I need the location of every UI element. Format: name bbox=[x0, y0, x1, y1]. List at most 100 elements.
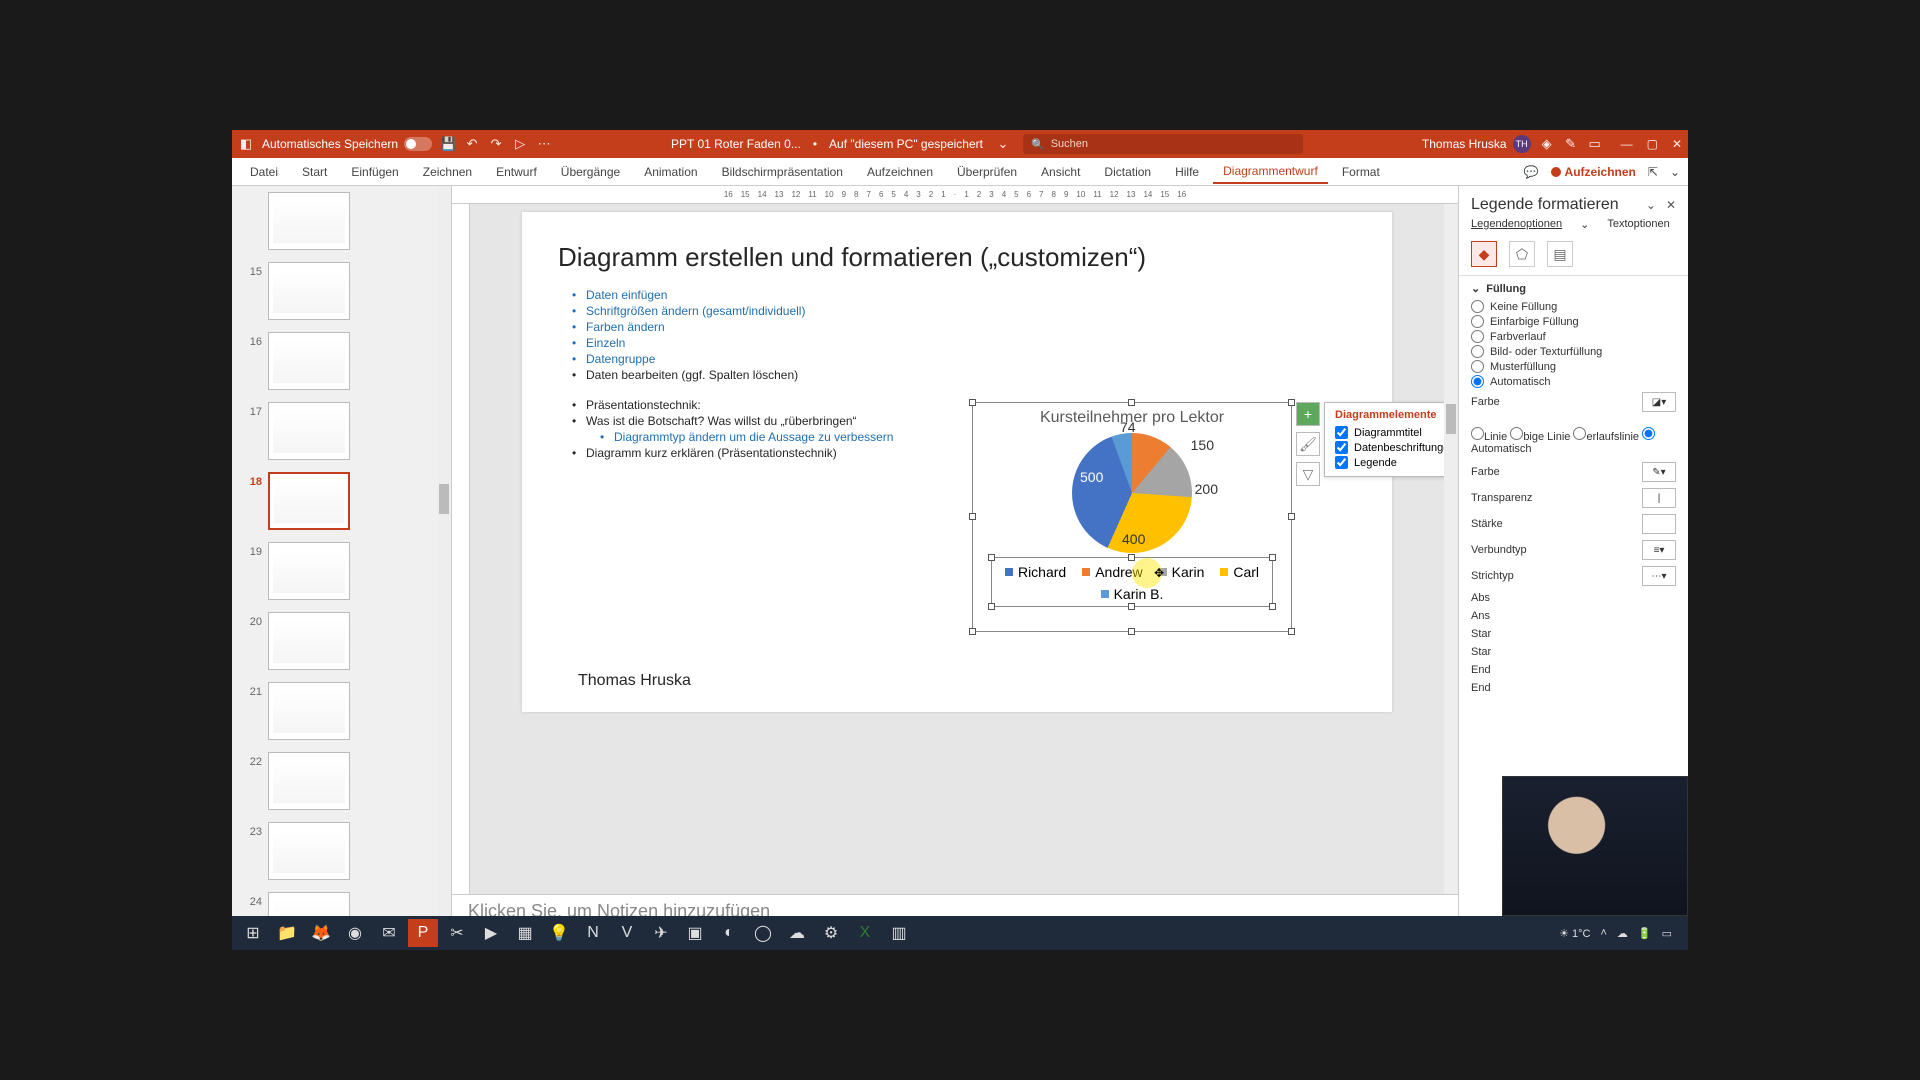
app-icon-7[interactable]: ▥ bbox=[884, 919, 914, 947]
thumbnail-14[interactable] bbox=[268, 192, 350, 250]
popover-item-datalabels[interactable]: Datenbeschriftungen bbox=[1335, 440, 1444, 455]
chart-legend[interactable]: Richard Andrew Karin Carl Karin B. bbox=[991, 557, 1273, 607]
chrome-icon[interactable]: ◉ bbox=[340, 919, 370, 947]
excel-icon[interactable]: X bbox=[850, 919, 880, 947]
tab-bildschirm[interactable]: Bildschirmpräsentation bbox=[712, 161, 853, 183]
share-icon[interactable]: ⇱ bbox=[1648, 165, 1658, 179]
fill-opt-picture[interactable]: Bild- oder Texturfüllung bbox=[1471, 344, 1676, 359]
chart-elements-button[interactable]: + bbox=[1296, 402, 1320, 426]
tab-animation[interactable]: Animation bbox=[634, 161, 707, 183]
app-icon-4[interactable]: ◐ bbox=[714, 919, 744, 947]
line-opt-2[interactable]: erlaufslinie bbox=[1573, 431, 1639, 443]
thumbnail-22[interactable] bbox=[268, 752, 350, 810]
user-account[interactable]: Thomas Hruska TH bbox=[1422, 135, 1531, 153]
onenote-icon[interactable]: N bbox=[578, 919, 608, 947]
thumbnail-17[interactable] bbox=[268, 402, 350, 460]
bullet-3b[interactable]: Datengruppe bbox=[586, 351, 1356, 367]
tab-entwurf[interactable]: Entwurf bbox=[486, 161, 547, 183]
slide-canvas[interactable]: Diagramm erstellen und formatieren („cus… bbox=[470, 204, 1444, 894]
telegram-icon[interactable]: ✈ bbox=[646, 919, 676, 947]
firefox-icon[interactable]: 🦊 bbox=[306, 919, 336, 947]
size-props-icon[interactable]: ▤ bbox=[1547, 241, 1573, 267]
line-opt-0[interactable]: Linie bbox=[1471, 431, 1507, 443]
tab-ansicht[interactable]: Ansicht bbox=[1031, 161, 1090, 183]
tab-hilfe[interactable]: Hilfe bbox=[1165, 161, 1209, 183]
tray-action-icon[interactable]: ▭ bbox=[1662, 927, 1672, 940]
line-color-picker[interactable]: ✎▾ bbox=[1642, 462, 1676, 482]
compound-picker[interactable]: ≡▾ bbox=[1642, 540, 1676, 560]
explorer-icon[interactable]: 📁 bbox=[272, 919, 302, 947]
from-beginning-icon[interactable]: ▷ bbox=[512, 136, 528, 152]
slide-title[interactable]: Diagramm erstellen und formatieren („cus… bbox=[558, 242, 1356, 273]
thumbnail-16[interactable] bbox=[268, 332, 350, 390]
checkbox-diagrammtitel[interactable] bbox=[1335, 426, 1348, 439]
settings-icon[interactable]: ⚙ bbox=[816, 919, 846, 947]
maximize-button[interactable]: ▢ bbox=[1647, 137, 1658, 151]
chevron-down-icon[interactable]: ⌄ bbox=[1471, 282, 1480, 295]
pane-chevron-icon[interactable]: ⌄ bbox=[1646, 198, 1656, 212]
popover-item-title[interactable]: Diagrammtitel bbox=[1335, 425, 1444, 440]
tab-einfuegen[interactable]: Einfügen bbox=[341, 161, 408, 183]
fill-opt-auto[interactable]: Automatisch bbox=[1471, 374, 1676, 389]
chart-filters-button[interactable]: ▽ bbox=[1296, 462, 1320, 486]
tab-start[interactable]: Start bbox=[292, 161, 337, 183]
fill-opt-solid[interactable]: Einfarbige Füllung bbox=[1471, 314, 1676, 329]
fill-opt-none[interactable]: Keine Füllung bbox=[1471, 299, 1676, 314]
start-button[interactable]: ⊞ bbox=[238, 919, 268, 947]
diamond-icon[interactable]: ◈ bbox=[1539, 136, 1555, 152]
weather-widget[interactable]: ☀ 1°C bbox=[1559, 927, 1590, 940]
dash-picker[interactable]: ⋯▾ bbox=[1642, 566, 1676, 586]
chart-elements-popover[interactable]: Diagrammelemente Diagrammtitel Datenbesc… bbox=[1324, 402, 1444, 477]
thumbnail-15[interactable] bbox=[268, 262, 350, 320]
thumbnail-18[interactable] bbox=[268, 472, 350, 530]
outlook-icon[interactable]: ✉ bbox=[374, 919, 404, 947]
checkbox-datenbeschriftungen[interactable] bbox=[1335, 441, 1348, 454]
app-icon-1[interactable]: ▦ bbox=[510, 919, 540, 947]
bullet-2[interactable]: Schriftgrößen ändern (gesamt/individuell… bbox=[586, 303, 1356, 319]
fp-sub-chevron[interactable]: ⌄ bbox=[1580, 218, 1589, 231]
tray-chevron-icon[interactable]: ˄ bbox=[1600, 927, 1606, 939]
snip-icon[interactable]: ✂ bbox=[442, 919, 472, 947]
app-v-icon[interactable]: V bbox=[612, 919, 642, 947]
line-opt-1[interactable]: bige Linie bbox=[1510, 431, 1570, 443]
transparency-input[interactable]: | bbox=[1642, 488, 1676, 508]
bullet-3[interactable]: Farben ändern bbox=[586, 319, 1356, 335]
chevron-down-icon[interactable]: ⌄ bbox=[995, 136, 1011, 152]
fill-color-picker[interactable]: ◪▾ bbox=[1642, 392, 1676, 412]
tab-diagrammentwurf[interactable]: Diagrammentwurf bbox=[1213, 160, 1328, 184]
checkbox-legende[interactable] bbox=[1335, 456, 1348, 469]
tab-zeichnen[interactable]: Zeichnen bbox=[413, 161, 482, 183]
tab-datei[interactable]: Datei bbox=[240, 161, 288, 183]
bullet-3a[interactable]: Einzeln bbox=[586, 335, 1356, 351]
bullet-4[interactable]: Daten bearbeiten (ggf. Spalten löschen) bbox=[586, 367, 1356, 383]
thumbnail-21[interactable] bbox=[268, 682, 350, 740]
tray-cloud-icon[interactable]: ☁ bbox=[1617, 927, 1628, 940]
tab-text-options[interactable]: Textoptionen bbox=[1607, 218, 1669, 231]
window-icon[interactable]: ▭ bbox=[1587, 136, 1603, 152]
pie-chart[interactable]: Kursteilnehmer pro Lektor 74 150 200 400… bbox=[972, 402, 1292, 632]
bullet-1[interactable]: Daten einfügen bbox=[586, 287, 1356, 303]
minimize-button[interactable]: — bbox=[1621, 137, 1633, 151]
width-input[interactable] bbox=[1642, 514, 1676, 534]
slide-thumbnails[interactable]: 15 16 17 18 19 20 21 22 23 24 25 bbox=[232, 186, 452, 930]
record-button[interactable]: Aufzeichnen bbox=[1551, 165, 1636, 179]
redo-icon[interactable]: ↷ bbox=[488, 136, 504, 152]
thumbnail-19[interactable] bbox=[268, 542, 350, 600]
comments-icon[interactable]: 💬 bbox=[1524, 165, 1539, 179]
tray-battery-icon[interactable]: 🔋 bbox=[1638, 927, 1652, 940]
thumbnail-20[interactable] bbox=[268, 612, 350, 670]
pie-graphic[interactable]: 74 150 200 400 500 bbox=[1072, 433, 1192, 553]
tab-uebergaenge[interactable]: Übergänge bbox=[551, 161, 630, 183]
filename-label[interactable]: PPT 01 Roter Faden 0... bbox=[671, 137, 801, 151]
save-icon[interactable]: 💾 bbox=[440, 136, 456, 152]
tab-ueberpruefen[interactable]: Überprüfen bbox=[947, 161, 1027, 183]
search-box[interactable]: 🔍 Suchen bbox=[1023, 134, 1303, 154]
ribbon-chevron-icon[interactable]: ⌄ bbox=[1670, 165, 1680, 179]
tab-legend-options[interactable]: Legendenoptionen bbox=[1471, 218, 1562, 231]
effects-icon[interactable]: ⬠ bbox=[1509, 241, 1535, 267]
app-icon-6[interactable]: ☁ bbox=[782, 919, 812, 947]
thumbnails-scrollbar[interactable] bbox=[437, 186, 451, 930]
slide[interactable]: Diagramm erstellen und formatieren („cus… bbox=[522, 212, 1392, 712]
powerpoint-taskbar-icon[interactable]: P bbox=[408, 919, 438, 947]
app-icon-3[interactable]: ▣ bbox=[680, 919, 710, 947]
